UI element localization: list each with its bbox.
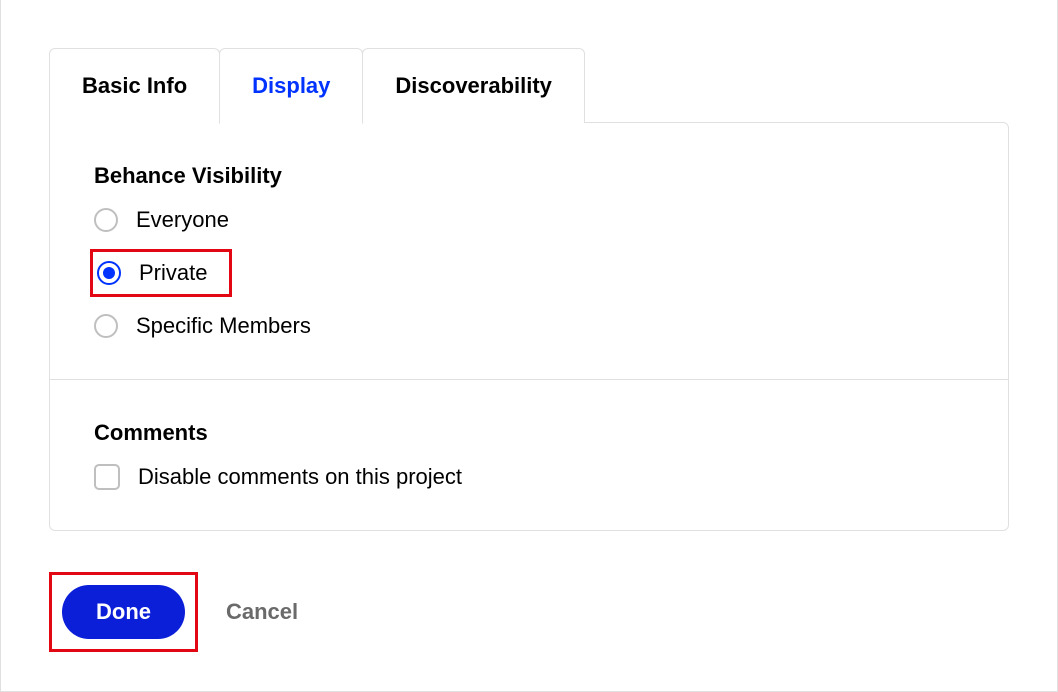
- radio-everyone[interactable]: Everyone: [94, 207, 964, 233]
- radio-label-private: Private: [139, 260, 207, 286]
- radio-circle-icon: [97, 261, 121, 285]
- tab-discoverability[interactable]: Discoverability: [362, 48, 585, 123]
- radio-circle-icon: [94, 208, 118, 232]
- radio-specific-members[interactable]: Specific Members: [94, 313, 964, 339]
- done-button[interactable]: Done: [62, 585, 185, 639]
- highlight-done: Done: [49, 572, 198, 652]
- checkbox-disable-comments[interactable]: Disable comments on this project: [94, 464, 964, 490]
- tab-basic-info[interactable]: Basic Info: [49, 48, 220, 123]
- tabs: Basic Info Display Discoverability: [49, 48, 1009, 123]
- comments-title: Comments: [94, 420, 964, 446]
- visibility-radio-group: Everyone Private Specific Members: [94, 207, 964, 339]
- footer: Done Cancel: [49, 572, 1009, 652]
- radio-private[interactable]: Private: [93, 260, 207, 286]
- highlight-private: Private: [90, 249, 232, 297]
- cancel-button[interactable]: Cancel: [226, 599, 298, 625]
- tab-display[interactable]: Display: [219, 48, 363, 124]
- radio-circle-icon: [94, 314, 118, 338]
- radio-label-specific: Specific Members: [136, 313, 311, 339]
- radio-label-everyone: Everyone: [136, 207, 229, 233]
- display-panel: Behance Visibility Everyone Private: [49, 122, 1009, 531]
- comments-section: Comments Disable comments on this projec…: [50, 379, 1008, 530]
- checkbox-icon: [94, 464, 120, 490]
- checkbox-label-disable-comments: Disable comments on this project: [138, 464, 462, 490]
- visibility-title: Behance Visibility: [94, 163, 964, 189]
- visibility-section: Behance Visibility Everyone Private: [50, 123, 1008, 379]
